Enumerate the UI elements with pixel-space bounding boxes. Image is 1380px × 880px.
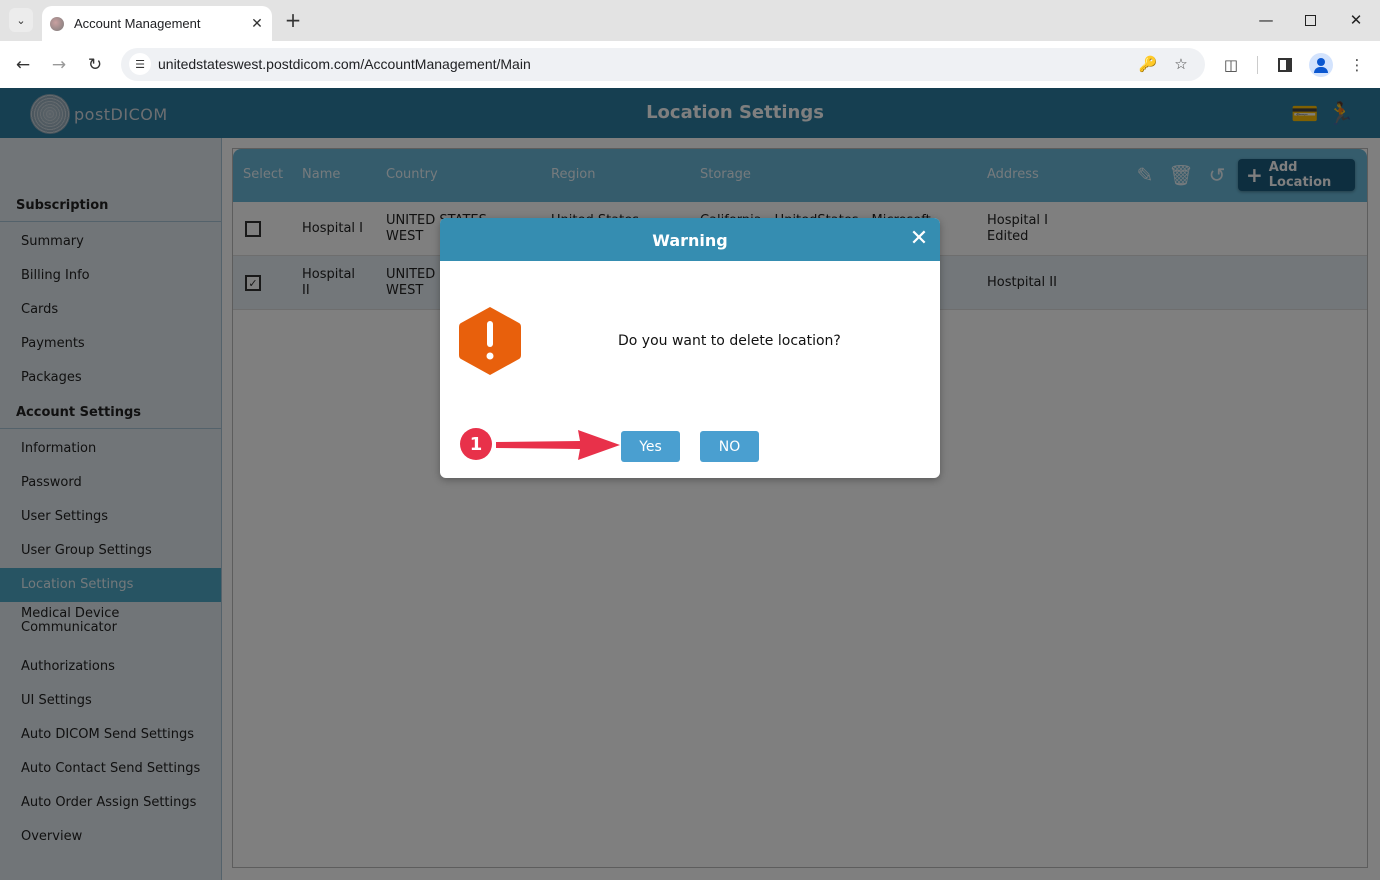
dialog-title: Warning — [652, 231, 728, 250]
close-window-icon[interactable]: ✕ — [1344, 8, 1368, 32]
star-icon[interactable]: ☆ — [1170, 53, 1192, 75]
modal-backdrop[interactable] — [0, 88, 1380, 880]
browser-tab[interactable]: Account Management ✕ — [42, 6, 272, 41]
profile-avatar[interactable] — [1309, 53, 1333, 77]
profile-body — [1314, 67, 1328, 73]
warning-hexagon-icon — [459, 307, 521, 375]
browser-tab-strip: ⌄ Account Management ✕ + — ✕ — [0, 0, 1380, 41]
maximize-icon[interactable] — [1298, 8, 1322, 32]
forward-button[interactable]: → — [47, 53, 71, 77]
arrow-left-icon: ← — [15, 55, 31, 75]
reload-button[interactable]: ↻ — [83, 53, 107, 77]
reload-icon: ↻ — [87, 55, 103, 75]
tab-title: Account Management — [74, 16, 201, 31]
close-tab-icon[interactable]: ✕ — [248, 15, 266, 33]
postdicom-favicon-icon — [50, 16, 64, 31]
site-info-icon[interactable]: ☰ — [129, 53, 151, 75]
tab-list-button[interactable]: ⌄ — [9, 8, 33, 32]
toolbar-divider — [1257, 56, 1258, 74]
no-button[interactable]: NO — [700, 431, 759, 462]
chevron-down-icon: ⌄ — [16, 13, 26, 27]
extensions-puzzle-icon[interactable]: ◫ — [1219, 53, 1243, 77]
annotation-arrow-icon — [496, 430, 620, 460]
back-button[interactable]: ← — [11, 53, 35, 77]
browser-toolbar: ← → ↻ ☰ unitedstateswest.postdicom.com/A… — [0, 41, 1380, 88]
close-icon[interactable]: ✕ — [908, 228, 930, 250]
key-icon[interactable]: 🔑 — [1137, 53, 1159, 75]
dialog-message: Do you want to delete location? — [618, 333, 841, 349]
kebab-menu-icon[interactable]: ⋮ — [1345, 53, 1369, 77]
address-bar[interactable]: ☰ unitedstateswest.postdicom.com/Account… — [121, 48, 1205, 81]
dialog-header: Warning ✕ — [440, 218, 940, 261]
arrow-right-icon: → — [51, 55, 67, 75]
minimize-icon[interactable]: — — [1254, 8, 1278, 32]
side-panel-icon[interactable] — [1273, 53, 1297, 77]
new-tab-button[interactable]: + — [283, 8, 303, 32]
step-number-badge: 1 — [460, 428, 492, 460]
profile-icon — [1317, 58, 1325, 66]
yes-button[interactable]: Yes — [621, 431, 680, 462]
url-text[interactable]: unitedstateswest.postdicom.com/AccountMa… — [158, 56, 531, 72]
